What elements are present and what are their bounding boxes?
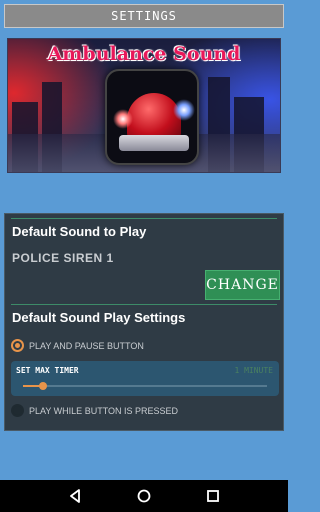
- max-timer-box: SET MAX TIMER 1 MINUTE: [11, 361, 279, 396]
- option-play-while-pressed[interactable]: PLAY WHILE BUTTON IS PRESSED: [11, 404, 178, 417]
- app-banner: Ambulance Sound: [7, 38, 281, 173]
- default-sound-heading: Default Sound to Play: [12, 224, 147, 239]
- siren-icon: [105, 69, 199, 165]
- siren-dome: [127, 93, 181, 139]
- change-sound-button[interactable]: CHANGE: [205, 270, 280, 300]
- divider: [11, 304, 277, 305]
- title-bar: SETTINGS: [4, 4, 284, 28]
- back-icon[interactable]: [63, 484, 87, 508]
- play-settings-heading: Default Sound Play Settings: [12, 310, 186, 325]
- page-title: SETTINGS: [111, 9, 177, 23]
- system-navigation-bar: [0, 480, 288, 512]
- settings-panel: Default Sound to Play POLICE SIREN 1 CHA…: [4, 213, 284, 431]
- max-timer-label: SET MAX TIMER: [16, 366, 79, 375]
- home-icon[interactable]: [132, 484, 156, 508]
- option-play-while-pressed-label: PLAY WHILE BUTTON IS PRESSED: [29, 405, 179, 416]
- radio-unchecked-icon[interactable]: [11, 404, 24, 417]
- divider: [11, 218, 277, 219]
- current-sound-value: POLICE SIREN 1: [12, 251, 114, 265]
- banner-title: Ambulance Sound: [47, 43, 241, 65]
- siren-base: [119, 135, 189, 151]
- recents-icon[interactable]: [201, 484, 225, 508]
- blue-flare: [173, 99, 195, 121]
- max-timer-value: 1 MINUTE: [234, 366, 273, 375]
- option-play-and-pause[interactable]: PLAY AND PAUSE BUTTON: [11, 339, 144, 352]
- red-flare: [113, 109, 133, 129]
- radio-checked-icon[interactable]: [11, 339, 24, 352]
- max-timer-slider[interactable]: [23, 382, 267, 390]
- option-play-and-pause-label: PLAY AND PAUSE BUTTON: [29, 340, 144, 351]
- slider-thumb[interactable]: [38, 382, 47, 390]
